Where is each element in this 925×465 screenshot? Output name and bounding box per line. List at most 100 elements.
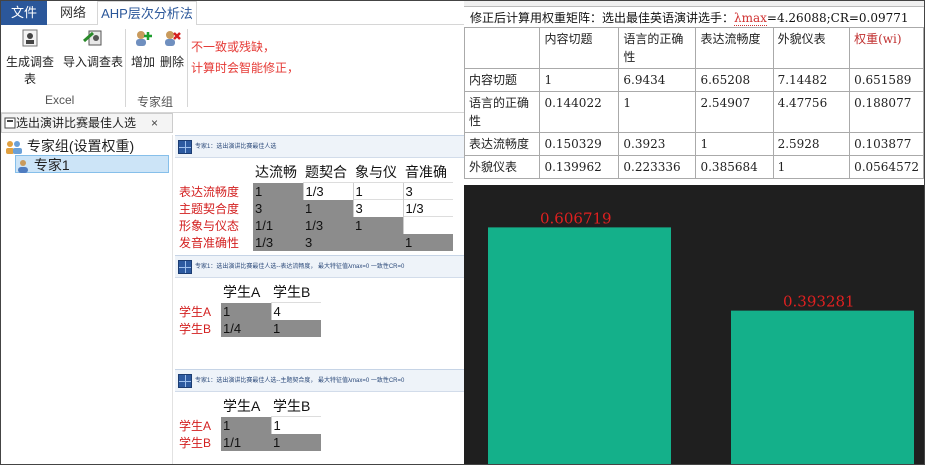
matrix-cell[interactable]: 1 [403,233,453,251]
matrix-cell[interactable]: 1/1 [253,216,303,234]
table-cell: 0.385684 [695,155,774,179]
matrix-cell[interactable]: 1 [271,319,321,337]
matrix-cell[interactable]: 1 [353,216,403,234]
expert-criteria-matrix-panel: 专家1：选出演讲比赛最佳人选 达流畅 题契合 象与仪 音准确 表达流畅度 1 1… [175,135,464,251]
file-tab[interactable]: 文件 [1,1,47,25]
matrix-cell[interactable]: 1 [221,416,271,434]
table-row: 外貌仪表 0.139962 0.223336 0.385684 1 0.0564… [464,155,924,179]
panel-header: 专家1：选出演讲比赛最佳人选 [175,136,464,158]
table-header-row: 内容切题 语言的正确性 表达流畅度 外貌仪表 权重(wi) [464,27,924,69]
close-icon[interactable]: × [151,114,158,132]
table-cell: 内容切题 [464,68,541,92]
matrix-cell[interactable]: 4 [270,302,321,320]
table-cell: 0.223336 [618,155,697,179]
document-tab[interactable]: 选出演讲比赛最佳人选 × [1,113,173,133]
column-header: 学生B [273,284,311,300]
matrix-cell[interactable]: 1/4 [221,319,271,337]
alternatives-matrix: 学生A 学生B 学生A 1 1 学生B 1/1 1 [177,396,321,451]
matrix-cell[interactable]: 1 [270,416,321,434]
remove-user-icon [162,29,182,47]
matrix-cell[interactable] [402,216,453,234]
ribbon-separator [187,29,188,107]
matrix-row: 学生B 1/4 1 [177,319,321,337]
table-cell: 6.65208 [695,68,774,92]
tree-root-label: 专家组(设置权重) [26,138,135,154]
table-cell: 外貌仪表 [464,155,541,179]
ribbon: 生成调查表 导入调查表 增加 删除 不一致或残缺， 计算时会智能修正， Exce… [1,25,464,113]
panel-title: 专家1：选出演讲比赛最佳人选--主题契合度， 最大特征值λmax=0 一致性CR… [195,378,405,384]
matrix-corner [177,282,221,303]
document-icon [4,116,16,129]
ahp-tab[interactable]: AHP层次分析法 [97,1,197,26]
table-row: 表达流畅度 0.150329 0.3923 1 2.5928 0.103877 [464,132,924,156]
table-cell: 1 [695,132,774,156]
matrix-caption: 修正后计算用权重矩阵：选出最佳英语演讲选手：λmax=4.26088;CR=0.… [470,9,909,26]
matrix-header-row: 学生A 学生B [177,396,321,417]
bar-value-label: 0.393281 [783,293,855,311]
inconsistency-warning: 不一致或残缺， 计算时会智能修正， [191,37,301,79]
matrix-cell[interactable] [353,233,403,251]
cut-off-row [464,1,924,7]
generate-survey-button[interactable]: 生成调查表 [1,29,59,87]
add-user-icon [133,29,153,47]
table-header-cell: 外貌仪表 [772,27,851,69]
row-label: 表达流畅度 [179,184,240,199]
matrix-cell[interactable]: 1/3 [303,216,353,234]
matrix-cell[interactable]: 1/3 [253,233,303,251]
ribbon-separator [125,29,126,107]
delete-expert-label: 删除 [159,55,184,69]
generate-survey-label: 生成调查表 [5,55,54,86]
expert-alternatives-matrix-panel: 专家1：选出演讲比赛最佳人选--表达流畅度， 最大特征值λmax=0 一致性CR… [175,255,464,365]
matrix-cell[interactable]: 3 [402,182,453,200]
weight-bar-chart: 0.606719 0.393281 [464,185,924,464]
table-header-cell [464,27,541,69]
matrix-cell[interactable]: 3 [352,199,403,217]
warning-line-1: 不一致或残缺， [191,40,276,54]
table-cell: 0.651589 [849,68,924,92]
row-label: 学生B [179,435,212,450]
import-survey-button[interactable]: 导入调查表 [63,29,123,70]
table-row: 语言的正确性 0.144022 1 2.54907 4.47756 0.1880… [464,91,924,133]
weight-matrix-table: 内容切题 语言的正确性 表达流畅度 外貌仪表 权重(wi) 内容切题 1 6.9… [464,27,924,179]
row-label: 形象与仪态 [179,218,240,233]
tree-root-expert-group[interactable]: 专家组(设置权重) [5,137,134,155]
add-expert-button[interactable]: 增加 [129,29,157,70]
menu-bar: 文件 网络 AHP层次分析法 [1,1,464,26]
matrix-cell[interactable]: 1 [303,199,353,217]
import-survey-label: 导入调查表 [63,55,124,69]
table-cell: 0.150329 [539,132,620,156]
matrix-cell[interactable]: 3 [253,199,303,217]
matrix-row: 主题契合度 3 1 3 1/3 [177,199,453,217]
delete-expert-button[interactable]: 删除 [158,29,186,70]
table-cell: 1 [539,68,620,92]
table-cell: 1 [772,155,851,179]
matrix-cell[interactable]: 1 [221,302,271,320]
matrix-cell[interactable]: 1 [271,433,321,451]
table-header-cell: 语言的正确性 [618,27,697,69]
column-header: 音准确 [405,164,447,180]
document-tab-label: 选出演讲比赛最佳人选 [16,116,137,130]
matrix-cell[interactable]: 1/3 [302,182,353,200]
table-cell: 0.0564572 [849,155,924,179]
row-label: 学生B [179,321,212,336]
matrix-cell[interactable]: 1 [253,182,303,200]
alternatives-matrix: 学生A 学生B 学生A 1 4 学生B 1/4 1 [177,282,321,337]
matrix-cell[interactable]: 1/1 [221,433,271,451]
panel-header: 专家1：选出演讲比赛最佳人选--表达流畅度， 最大特征值λmax=0 一致性CR… [175,256,464,278]
matrix-cell[interactable]: 3 [303,233,353,251]
excel-group-label: Excel [45,93,75,107]
row-label: 学生A [179,304,212,319]
caption-lambda: λmax [734,11,767,26]
matrix-icon [178,374,192,388]
matrix-row: 发音准确性 1/3 3 1 [177,233,453,251]
network-tab[interactable]: 网络 [53,1,93,25]
matrix-row: 表达流畅度 1 1/3 1 3 [177,182,453,200]
table-cell: 6.9434 [618,68,697,92]
caption-values: =4.26088;CR=0.09771 [766,11,909,25]
matrix-cell[interactable]: 1 [352,182,403,200]
table-row: 内容切题 1 6.9434 6.65208 7.14482 0.651589 [464,68,924,92]
matrix-cell[interactable]: 1/3 [402,199,453,217]
table-cell: 0.188077 [849,91,924,133]
column-header: 学生A [223,284,261,301]
tree-item-expert1[interactable]: 专家1 [15,155,169,174]
